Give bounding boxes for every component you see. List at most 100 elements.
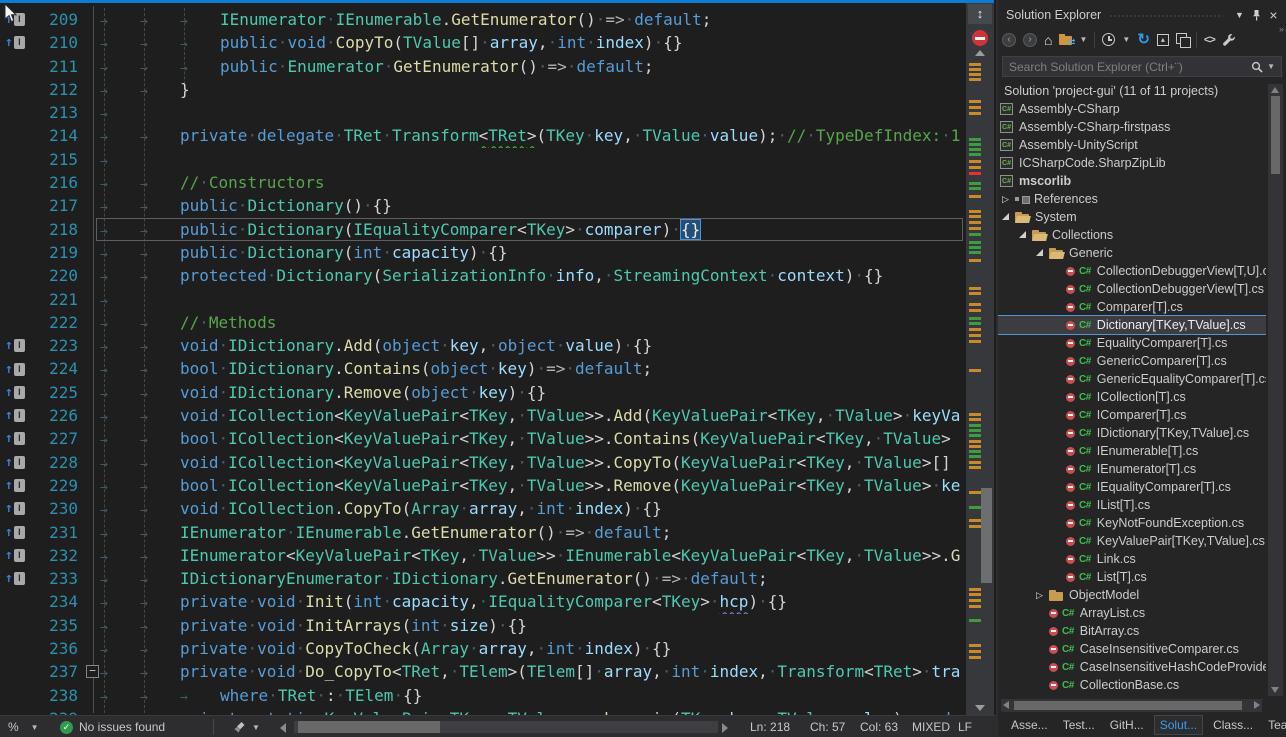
editor-vertical-scrollbar[interactable]: ↕ xyxy=(966,3,994,715)
properties-wrench-icon[interactable] xyxy=(1222,33,1236,47)
code-line[interactable]: ↑I225→→void·IDictionary.Remove(object·ke… xyxy=(0,381,966,404)
tree-item[interactable]: C#Assembly-UnityScript xyxy=(998,136,1266,154)
tree-item[interactable]: C#GenericEqualityComparer[T].cs xyxy=(998,370,1266,388)
line-number[interactable]: 232 xyxy=(34,544,78,567)
line-number[interactable]: 212 xyxy=(34,78,78,101)
collapsed-arrow-icon[interactable]: ▷ xyxy=(1002,195,1015,204)
line-number[interactable]: 221 xyxy=(34,288,78,311)
code-line[interactable]: 220→→protected·Dictionary(SerializationI… xyxy=(0,264,966,287)
line-number[interactable]: 235 xyxy=(34,614,78,637)
tree-item[interactable]: C#Dictionary[TKey,TValue].cs xyxy=(998,316,1266,334)
magnifier-icon[interactable] xyxy=(1251,61,1263,73)
tool-window-tab[interactable]: Class... xyxy=(1208,716,1258,734)
collapsed-arrow-icon[interactable]: ▷ xyxy=(1036,591,1049,600)
code-lines[interactable]: ↑I209→→→IEnumerator·IEnumerable.GetEnume… xyxy=(0,8,966,730)
tree-item[interactable]: C#KeyValuePair[TKey,TValue].cs xyxy=(998,532,1266,550)
chevron-down-icon[interactable]: ▼ xyxy=(1267,62,1275,71)
vertical-scroll-thumb[interactable] xyxy=(981,488,992,583)
code-line[interactable]: 219→→public·Dictionary(int·capacity)·{} xyxy=(0,241,966,264)
tree-item[interactable]: ▷References xyxy=(998,190,1266,208)
line-number[interactable]: 229 xyxy=(34,474,78,497)
line-number[interactable]: 225 xyxy=(34,381,78,404)
splitter-handle-icon[interactable]: ↕ xyxy=(968,4,992,24)
pin-icon[interactable] xyxy=(1248,7,1265,24)
issues-indicator[interactable]: ✓ No issues found xyxy=(60,716,165,737)
code-line[interactable]: 211→→→public·Enumerator·GetEnumerator()·… xyxy=(0,55,966,78)
code-line[interactable]: 214→→private·delegate·TRet·Transform<TRe… xyxy=(0,124,966,147)
tree-item[interactable]: C#CollectionDebuggerView[T,U].cs xyxy=(998,262,1266,280)
code-line[interactable]: 236→→private·void·CopyToCheck(Array·arra… xyxy=(0,637,966,660)
line-number[interactable]: 226 xyxy=(34,404,78,427)
tree-item[interactable]: Generic xyxy=(998,244,1266,262)
tree-item[interactable]: C#IEqualityComparer[T].cs xyxy=(998,478,1266,496)
code-cleanup-button[interactable]: ▼ xyxy=(233,716,260,737)
tree-item[interactable]: C#CollectionBase.cs xyxy=(998,676,1266,694)
code-line[interactable]: 234→→private·void·Init(int·capacity,·IEq… xyxy=(0,590,966,613)
scroll-up-arrow[interactable] xyxy=(975,50,985,56)
expanded-arrow-icon[interactable] xyxy=(1019,231,1032,240)
collapse-all-icon[interactable]: ▴ xyxy=(1157,34,1169,46)
scroll-left-arrow[interactable] xyxy=(280,723,286,733)
tree-item[interactable]: C#Link.cs xyxy=(998,550,1266,568)
tool-window-tab[interactable]: Asse... xyxy=(1006,716,1053,734)
line-number[interactable]: 228 xyxy=(34,451,78,474)
back-icon[interactable]: ‹ xyxy=(1002,33,1016,47)
code-line[interactable]: 221→ xyxy=(0,288,966,311)
code-line[interactable]: ↑I223→→void·IDictionary.Add(object·key,·… xyxy=(0,334,966,357)
tree-item[interactable]: C#ICollection[T].cs xyxy=(998,388,1266,406)
search-input[interactable]: Search Solution Explorer (Ctrl+¨) ▼ xyxy=(1002,56,1282,77)
code-line[interactable]: ↑I231→→IEnumerator·IEnumerable.GetEnumer… xyxy=(0,521,966,544)
tree-item[interactable]: C#Assembly-CSharp xyxy=(998,100,1266,118)
forward-icon[interactable]: › xyxy=(1023,33,1037,47)
code-line[interactable]: 222→→//·Methods xyxy=(0,311,966,334)
line-number[interactable]: 216 xyxy=(34,171,78,194)
line-number[interactable]: 224 xyxy=(34,357,78,380)
scroll-up-arrow[interactable] xyxy=(1271,87,1279,93)
code-line[interactable]: ↑I224→→bool·IDictionary.Contains(object·… xyxy=(0,357,966,380)
tree-item[interactable]: Solution 'project-gui' (11 of 11 project… xyxy=(998,82,1266,100)
line-number[interactable]: 231 xyxy=(34,521,78,544)
tree-item[interactable]: C#Assembly-CSharp-firstpass xyxy=(998,118,1266,136)
code-line[interactable]: 218→→public·Dictionary(IEqualityComparer… xyxy=(0,218,966,241)
scroll-down-arrow[interactable] xyxy=(975,705,985,711)
tree-item[interactable]: C#ArrayList.cs xyxy=(998,604,1266,622)
tree-item[interactable]: System xyxy=(998,208,1266,226)
code-line[interactable]: ↑I227→→bool·ICollection<KeyValuePair<TKe… xyxy=(0,427,966,450)
line-number[interactable]: 211 xyxy=(34,55,78,78)
chevron-down-icon[interactable]: ▼ xyxy=(1122,35,1130,44)
scroll-down-arrow[interactable] xyxy=(1271,687,1279,693)
window-menu-caret-icon[interactable]: ▼ xyxy=(1231,7,1248,24)
tree-item[interactable]: C#IComparer[T].cs xyxy=(998,406,1266,424)
line-number[interactable]: 237 xyxy=(34,660,78,683)
tree-item[interactable]: C#CaseInsensitiveHashCodeProvider.cs xyxy=(998,658,1266,676)
code-line[interactable]: ↑I233→→IDictionaryEnumerator·IDictionary… xyxy=(0,567,966,590)
line-number[interactable]: 209 xyxy=(34,8,78,31)
code-line[interactable]: 217→→public·Dictionary()·{} xyxy=(0,194,966,217)
pending-changes-filter-icon[interactable] xyxy=(1102,33,1115,46)
chevron-down-icon[interactable]: ▼ xyxy=(1079,35,1087,44)
tree-item[interactable]: C#List[T].cs xyxy=(998,568,1266,586)
tool-window-tab[interactable]: GitH... xyxy=(1105,716,1149,734)
tree-item[interactable]: C#GenericComparer[T].cs xyxy=(998,352,1266,370)
close-icon[interactable]: × xyxy=(1265,7,1282,24)
scroll-right-arrow[interactable] xyxy=(1254,701,1260,709)
tree-item[interactable]: C#EqualityComparer[T].cs xyxy=(998,334,1266,352)
line-number[interactable]: 219 xyxy=(34,241,78,264)
scroll-right-arrow[interactable] xyxy=(722,723,728,733)
zoom-control[interactable]: % ▼ xyxy=(8,716,39,737)
horizontal-scroll-thumb[interactable] xyxy=(298,721,440,733)
tree-item[interactable]: C#IEnumerator[T].cs xyxy=(998,460,1266,478)
line-number[interactable]: 218 xyxy=(34,218,78,241)
tree-item[interactable]: C#BitArray.cs xyxy=(998,622,1266,640)
code-editor[interactable]: ↑I209→→→IEnumerator·IEnumerable.GetEnume… xyxy=(0,0,996,737)
tree-item[interactable]: C#ICSharpCode.SharpZipLib xyxy=(998,154,1266,172)
code-line[interactable]: ↑I228→→void·ICollection<KeyValuePair<TKe… xyxy=(0,451,966,474)
line-ending-indicator[interactable]: LF xyxy=(958,716,972,737)
tool-window-tab[interactable]: Tea... xyxy=(1263,716,1286,734)
tree-item[interactable]: C#Comparer[T].cs xyxy=(998,298,1266,316)
line-number[interactable]: 210 xyxy=(34,31,78,54)
line-number[interactable]: 233 xyxy=(34,567,78,590)
document-health-icon[interactable] xyxy=(972,30,988,46)
line-indicator[interactable]: Ln: 218 xyxy=(750,716,790,737)
code-line[interactable]: ↑I209→→→IEnumerator·IEnumerable.GetEnume… xyxy=(0,8,966,31)
